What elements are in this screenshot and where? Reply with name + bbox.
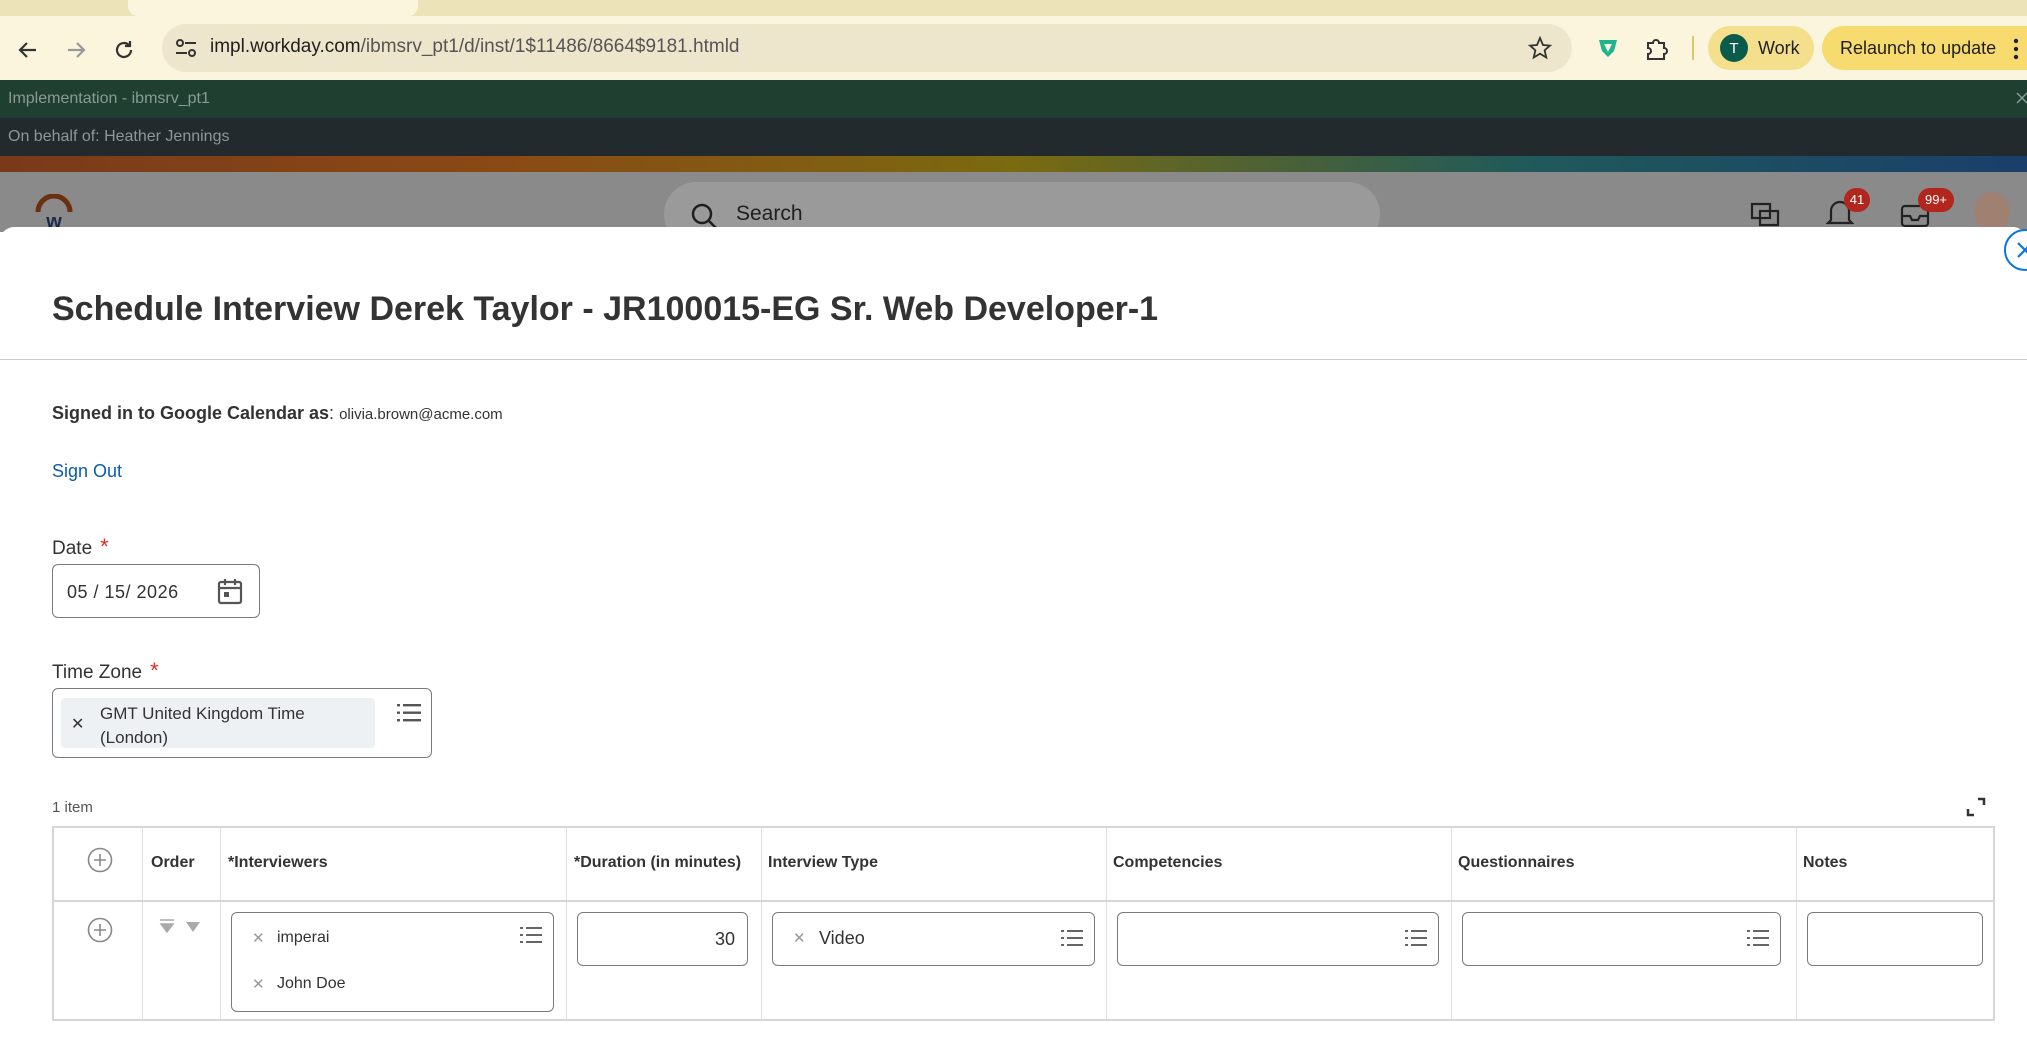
notes-input[interactable] (1807, 912, 1983, 966)
required-asterisk: * (100, 534, 109, 559)
list-prompt-icon[interactable] (520, 926, 542, 944)
on-behalf-text: On behalf of: Heather Jennings (8, 128, 230, 145)
svg-text:w: w (45, 211, 62, 228)
move-down-icon[interactable] (185, 921, 201, 933)
relaunch-label: Relaunch to update (1840, 37, 1997, 58)
address-bar[interactable]: impl.workday.com/ibmsrv_pt1/d/inst/1$114… (162, 24, 1572, 72)
back-button[interactable] (12, 34, 44, 66)
list-prompt-icon[interactable] (1747, 929, 1769, 947)
header-interview-type: Interview Type (768, 854, 878, 871)
signed-in-email: olivia.brown@acme.com (339, 406, 503, 423)
kebab-menu-icon[interactable] (2012, 38, 2020, 60)
timezone-selected-pill: ✕ GMT United Kingdom Time (London) (61, 698, 375, 748)
item-count: 1 item (52, 799, 93, 816)
date-label-text: Date (52, 538, 93, 559)
browser-tab-strip (0, 0, 2027, 16)
forward-button[interactable] (60, 34, 92, 66)
header-duration: *Duration (in minutes) (574, 854, 742, 871)
back-arrow-icon (18, 42, 36, 58)
toolbar-divider (1692, 36, 1694, 60)
list-prompt-icon[interactable] (1061, 929, 1083, 947)
header-divider (54, 900, 1993, 902)
insert-row-icon[interactable] (87, 917, 113, 943)
add-row-icon[interactable] (87, 847, 113, 873)
profile-label: Work (1758, 37, 1800, 58)
proxy-banner: On behalf of: Heather Jennings (0, 118, 2027, 156)
header-order: Order (151, 854, 195, 871)
forward-arrow-icon (68, 42, 86, 58)
chat-icon[interactable] (1750, 202, 1780, 228)
reload-icon (115, 41, 133, 59)
interviewer-pill: John Doe (277, 975, 346, 992)
remove-interviewer-icon[interactable]: ✕ (252, 929, 265, 947)
workday-logo-icon[interactable]: w (34, 194, 74, 228)
competencies-input[interactable] (1117, 912, 1439, 966)
notifications-badge: 41 (1844, 188, 1870, 212)
timezone-label-text: Time Zone (52, 662, 143, 683)
required-asterisk: * (150, 658, 159, 683)
inbox-badge: 99+ (1918, 188, 1954, 212)
move-to-bottom-icon[interactable] (159, 919, 175, 933)
interview-type-value: Video (819, 928, 865, 948)
interviewers-input[interactable]: ✕ imperai ✕ John Doe (231, 912, 554, 1012)
calendar-icon[interactable] (217, 577, 243, 605)
header-competencies: Competencies (1113, 854, 1223, 871)
google-calendar-status: Signed in to Google Calendar as: olivia.… (52, 403, 503, 424)
user-avatar[interactable] (1974, 192, 2010, 232)
search-placeholder: Search (736, 202, 803, 225)
sign-out-link[interactable]: Sign Out (52, 461, 122, 482)
title-divider (0, 359, 2027, 360)
browser-tab-active[interactable] (128, 0, 418, 16)
expand-grid-icon[interactable] (1965, 796, 1987, 818)
profile-avatar: T (1720, 34, 1748, 62)
url-path: /ibmsrv_pt1/d/inst/1$11486/8664$9181.htm… (360, 36, 740, 57)
questionnaires-input[interactable] (1462, 912, 1781, 966)
close-icon (2017, 242, 2027, 258)
url-text[interactable]: impl.workday.com/ibmsrv_pt1/d/inst/1$114… (210, 36, 740, 58)
date-input[interactable]: 05 / 15/ 2026 (52, 564, 260, 618)
timezone-label: Time Zone * (52, 658, 159, 684)
header-notes: Notes (1803, 854, 1848, 871)
timezone-prompt[interactable]: ✕ GMT United Kingdom Time (London) (52, 688, 432, 758)
remove-timezone-icon[interactable]: ✕ (71, 714, 84, 734)
list-prompt-icon[interactable] (1405, 929, 1427, 947)
brand-stripe (0, 156, 2027, 172)
site-settings-icon[interactable] (174, 37, 198, 59)
interviewers-grid: Order *Interviewers *Duration (in minute… (52, 826, 1995, 1021)
duration-value: 30 (714, 929, 735, 949)
profile-chip[interactable]: T Work (1708, 26, 1814, 70)
extension-shield-icon[interactable] (1596, 37, 1620, 59)
timezone-value: GMT United Kingdom Time (London) (100, 704, 305, 747)
search-icon (691, 203, 717, 229)
page-title: Schedule Interview Derek Taylor - JR1000… (52, 290, 1159, 328)
relaunch-button[interactable]: Relaunch to update (1822, 26, 2027, 70)
header-interviewers: *Interviewers (228, 854, 328, 871)
duration-input[interactable]: 30 (577, 912, 748, 966)
reload-button[interactable] (108, 34, 140, 66)
interviewer-pill: imperai (277, 929, 330, 946)
signed-in-label: Signed in to Google Calendar as (52, 403, 330, 423)
tenant-name: Implementation - ibmsrv_pt1 (8, 90, 210, 107)
date-value: 05 / 15/ 2026 (67, 582, 179, 602)
interview-type-input[interactable]: ✕ Video (772, 912, 1095, 966)
url-host: impl.workday.com (210, 36, 361, 57)
close-banner-icon[interactable] (2016, 92, 2027, 104)
remove-interview-type-icon[interactable]: ✕ (793, 929, 806, 947)
tenant-banner: Implementation - ibmsrv_pt1 (0, 80, 2027, 118)
extensions-puzzle-icon[interactable] (1644, 35, 1670, 61)
remove-interviewer-icon[interactable]: ✕ (252, 975, 265, 993)
date-label: Date * (52, 534, 109, 560)
list-prompt-icon[interactable] (397, 703, 421, 723)
bookmark-star-icon[interactable] (1528, 36, 1552, 60)
signed-in-colon: : (329, 403, 340, 423)
header-questionnaires: Questionnaires (1458, 854, 1575, 871)
